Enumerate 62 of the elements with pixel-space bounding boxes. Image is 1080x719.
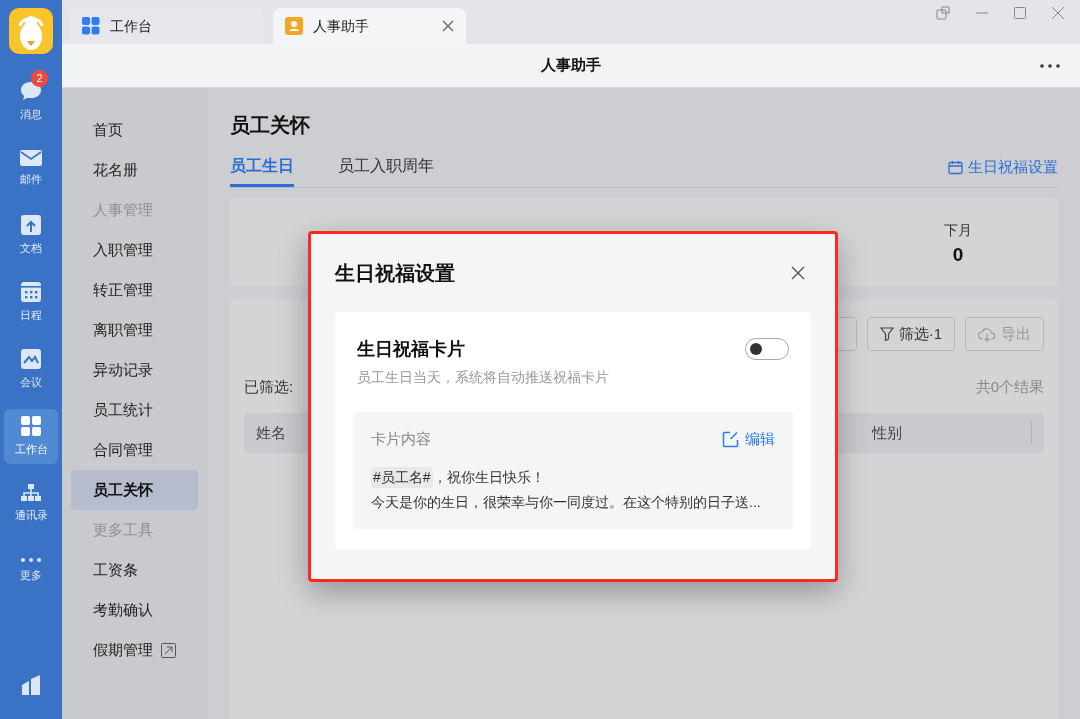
maximize-icon[interactable] bbox=[1014, 7, 1026, 19]
rail-item[interactable]: 工作台 bbox=[4, 409, 58, 464]
greeting-text: 今天是你的生日，很荣幸与你一同度过。在这个特别的日子送... bbox=[371, 492, 762, 512]
cloud-download-icon bbox=[978, 326, 996, 342]
nav-item[interactable]: 员工统计 bbox=[71, 390, 198, 430]
more-icon[interactable] bbox=[1040, 63, 1060, 68]
grid-icon bbox=[20, 415, 42, 438]
greeting-line: ，祝你生日快乐！ bbox=[432, 467, 545, 487]
name-placeholder-tag: #员工名# bbox=[371, 466, 433, 488]
rail-item[interactable]: 更多 bbox=[4, 543, 58, 598]
calendar-icon bbox=[20, 281, 42, 304]
dialog-title: 生日祝福设置 bbox=[335, 261, 455, 286]
nav-item[interactable]: 工资条 bbox=[71, 550, 198, 590]
grid-icon bbox=[82, 17, 100, 35]
meeting-icon bbox=[20, 348, 42, 371]
nav-item[interactable]: 假期管理 bbox=[71, 630, 198, 670]
rail-item[interactable]: 通讯录 bbox=[4, 476, 58, 531]
rail-item[interactable]: 日程 bbox=[4, 275, 58, 330]
rail-item[interactable]: 会议 bbox=[4, 342, 58, 397]
edit-icon bbox=[722, 430, 739, 448]
calendar-icon bbox=[948, 159, 963, 175]
toggle-switch[interactable] bbox=[745, 338, 789, 360]
nav-group-label: 人事管理 bbox=[92, 199, 154, 220]
filter-button[interactable]: 筛选·1 bbox=[866, 317, 955, 351]
page-title: 员工关怀 bbox=[230, 113, 311, 138]
window-tab[interactable]: 人事助手 bbox=[273, 8, 466, 44]
app-logo[interactable] bbox=[9, 8, 53, 54]
org-chart-icon bbox=[20, 483, 42, 504]
more-icon bbox=[20, 557, 42, 564]
nav-item[interactable]: 离职管理 bbox=[71, 310, 198, 350]
card-setting-description: 员工生日当天，系统将自动推送祝福卡片 bbox=[357, 368, 609, 387]
close-icon[interactable] bbox=[791, 266, 805, 280]
nav-item[interactable]: 转正管理 bbox=[71, 270, 198, 310]
rail-item[interactable]: 邮件 bbox=[4, 141, 58, 196]
nav-item[interactable]: 异动记录 bbox=[71, 350, 198, 390]
page-header-title: 人事助手 bbox=[541, 55, 601, 76]
nav-item[interactable]: 员工关怀 bbox=[71, 470, 198, 510]
person-icon bbox=[285, 17, 303, 35]
edit-link[interactable]: 编辑 bbox=[722, 428, 775, 451]
card-content-label: 卡片内容 bbox=[371, 429, 431, 449]
document-icon bbox=[20, 214, 42, 237]
filter-icon bbox=[879, 327, 894, 341]
card-setting-title: 生日祝福卡片 bbox=[357, 338, 466, 361]
rail-item[interactable]: 文档 bbox=[4, 208, 58, 263]
nav-item[interactable]: 入职管理 bbox=[71, 230, 198, 270]
stat-value: 0 bbox=[952, 243, 964, 267]
stat-label: 下月 bbox=[944, 221, 972, 240]
close-icon[interactable] bbox=[442, 20, 454, 32]
result-count: 共0个结果 bbox=[975, 376, 1044, 397]
column-header: 姓名 bbox=[256, 422, 286, 443]
close-icon[interactable] bbox=[1052, 7, 1064, 19]
column-header: 性别 bbox=[872, 421, 1032, 445]
nav-item[interactable]: 花名册 bbox=[71, 150, 198, 190]
nav-item[interactable]: 考勤确认 bbox=[71, 590, 198, 630]
mail-icon bbox=[19, 149, 43, 168]
nav-item[interactable]: 合同管理 bbox=[71, 430, 198, 470]
page-tab[interactable]: 员工入职周年 bbox=[338, 147, 434, 187]
unread-badge: 2 bbox=[31, 70, 48, 87]
filtered-label: 已筛选: bbox=[244, 376, 294, 397]
nav-item[interactable]: 首页 bbox=[71, 110, 198, 150]
app-mark-icon[interactable] bbox=[20, 675, 42, 695]
chat-icon bbox=[19, 80, 43, 103]
